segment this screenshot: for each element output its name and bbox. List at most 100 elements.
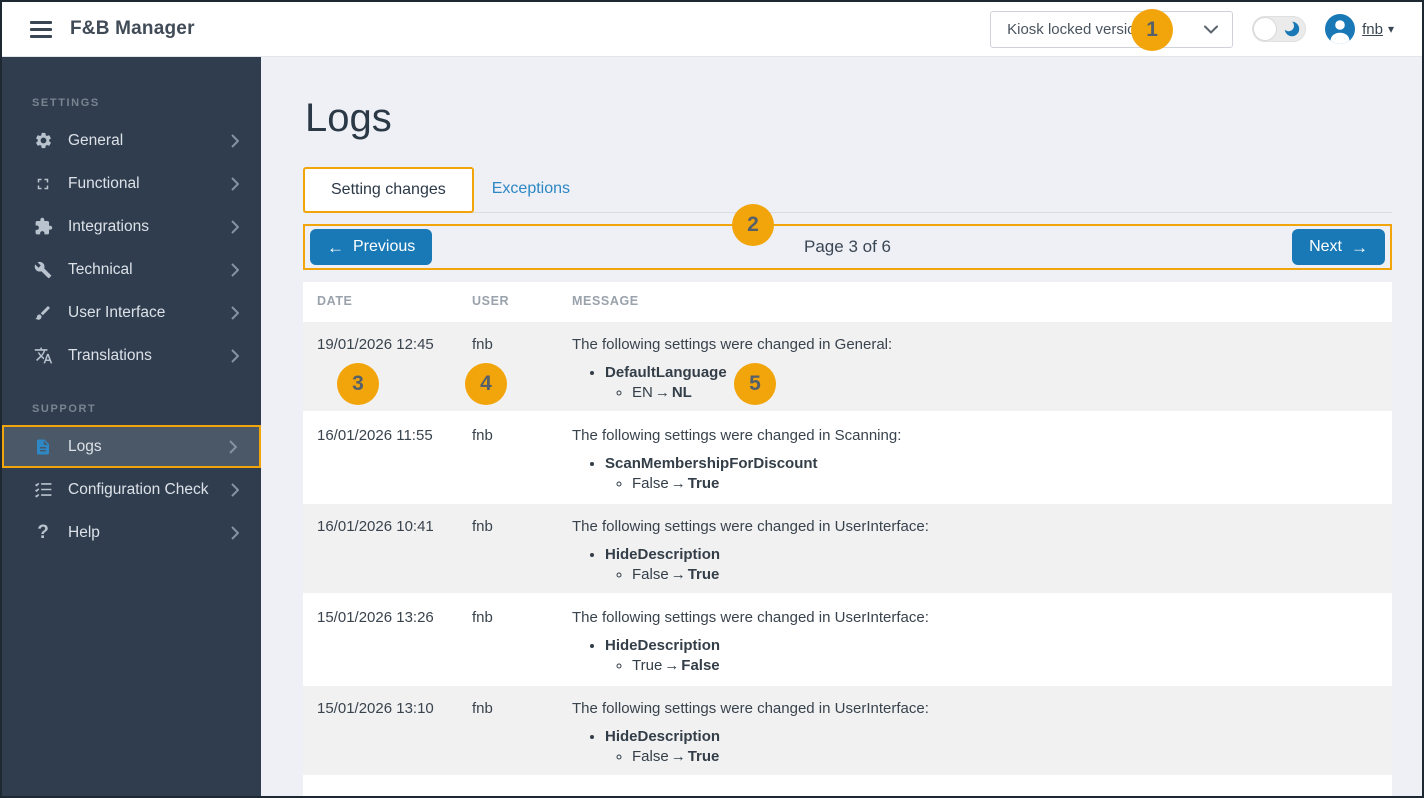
table-row: 19/01/2026 12:45 fnb The following setti…	[303, 322, 1392, 413]
sidebar-item-translations[interactable]: Translations	[2, 334, 261, 377]
column-user: User	[472, 294, 510, 308]
old-value: False	[632, 475, 669, 492]
topbar: F&B Manager Kiosk locked version 1 fnb ▾	[2, 2, 1422, 57]
new-value: True	[687, 566, 720, 583]
sidebar-item-label: Logs	[68, 437, 102, 455]
annotation-badge-3: 3	[337, 363, 379, 405]
wrench-icon	[32, 261, 54, 279]
user-avatar-icon[interactable]	[1325, 14, 1356, 44]
log-message: The following settings were changed in S…	[572, 427, 1392, 492]
arrow-right-icon: →	[670, 475, 686, 492]
chevron-right-icon	[231, 262, 239, 277]
sidebar-item-label: User Interface	[68, 303, 166, 321]
old-value: EN	[632, 384, 653, 401]
next-button-label: Next	[1309, 238, 1342, 255]
chevron-right-icon	[231, 525, 239, 540]
table-row: 16/01/2026 10:41 fnb The following setti…	[303, 504, 1392, 595]
table-row-partial	[303, 777, 1392, 796]
menu-icon[interactable]	[30, 20, 52, 38]
question-icon: ?	[37, 521, 49, 543]
arrow-right-icon: →	[664, 657, 680, 674]
arrow-right-icon: →	[1351, 237, 1368, 257]
next-button[interactable]: Next →	[1292, 229, 1385, 265]
log-message-intro: The following settings were changed in U…	[572, 700, 929, 717]
column-message: Message	[572, 294, 639, 308]
log-message: The following settings were changed in G…	[572, 336, 1392, 401]
user-menu[interactable]: fnb	[1362, 21, 1383, 38]
log-user: fnb	[472, 700, 493, 717]
log-message: The following settings were changed in U…	[572, 609, 1392, 674]
tab-bar: Setting changes Exceptions	[303, 167, 1392, 213]
log-message-intro: The following settings were changed in U…	[572, 609, 929, 626]
sidebar: Settings General Functional Integrations	[2, 57, 261, 796]
annotation-badge-4: 4	[465, 363, 507, 405]
log-table: Date User Message 19/01/2026 12:45 fnb T…	[303, 282, 1392, 796]
sidebar-item-technical[interactable]: Technical	[2, 248, 261, 291]
page-status: Page 3 of 6	[804, 237, 891, 256]
chevron-right-icon	[231, 482, 239, 497]
document-icon	[32, 438, 54, 456]
log-message: The following settings were changed in U…	[572, 518, 1392, 583]
app-window: F&B Manager Kiosk locked version 1 fnb ▾…	[0, 0, 1424, 798]
sidebar-item-integrations[interactable]: Integrations	[2, 205, 261, 248]
setting-name: HideDescription	[605, 546, 721, 563]
sidebar-section-settings: Settings	[32, 97, 100, 109]
log-user: fnb	[472, 427, 493, 444]
pagination-bar: ← Previous Page 3 of 6 Next → 2	[303, 204, 1392, 270]
old-value: True	[632, 657, 663, 674]
old-value: False	[632, 748, 669, 765]
setting-name: HideDescription	[605, 637, 721, 654]
tab-exceptions[interactable]: Exceptions	[474, 168, 596, 212]
chevron-right-icon	[231, 176, 239, 191]
annotation-badge-2: 2	[732, 204, 774, 246]
translate-icon	[32, 346, 54, 365]
sidebar-item-functional[interactable]: Functional	[2, 162, 261, 205]
chevron-right-icon	[231, 305, 239, 320]
dark-mode-toggle[interactable]	[1252, 16, 1307, 42]
arrow-right-icon: →	[670, 748, 686, 765]
chevron-right-icon	[231, 133, 239, 148]
sidebar-item-label: Translations	[68, 346, 152, 364]
sidebar-item-label: Integrations	[68, 217, 149, 235]
sidebar-item-configuration-check[interactable]: Configuration Check	[2, 468, 261, 511]
setting-name: DefaultLanguage	[605, 364, 727, 381]
new-value: True	[687, 748, 720, 765]
brush-icon	[32, 304, 54, 322]
version-select-value: Kiosk locked version	[1007, 20, 1144, 38]
page-title: Logs	[305, 96, 392, 140]
table-row: 16/01/2026 11:55 fnb The following setti…	[303, 413, 1392, 504]
column-date: Date	[317, 294, 353, 308]
setting-name: ScanMembershipForDiscount	[605, 455, 818, 472]
log-date: 15/01/2026 13:26	[317, 609, 434, 626]
expand-icon	[32, 175, 54, 193]
arrow-right-icon: →	[654, 384, 670, 401]
chevron-down-icon	[1204, 25, 1219, 34]
sidebar-item-label: Configuration Check	[68, 480, 209, 498]
new-value: False	[681, 657, 720, 674]
previous-button[interactable]: ← Previous	[310, 229, 433, 265]
sidebar-item-label: General	[68, 131, 124, 149]
version-select[interactable]: Kiosk locked version 1	[990, 8, 1234, 51]
arrow-left-icon: ←	[327, 237, 344, 257]
caret-down-icon: ▾	[1387, 22, 1394, 36]
arrow-right-icon: →	[670, 566, 686, 583]
log-user: fnb	[472, 518, 493, 535]
puzzle-icon	[32, 217, 54, 236]
sidebar-item-logs[interactable]: Logs	[2, 425, 261, 468]
annotation-badge-5: 5	[734, 363, 776, 405]
log-message-intro: The following settings were changed in S…	[572, 427, 902, 444]
old-value: False	[632, 566, 669, 583]
previous-button-label: Previous	[353, 238, 416, 255]
tab-setting-changes[interactable]: Setting changes	[303, 167, 474, 213]
log-message-intro: The following settings were changed in U…	[572, 518, 929, 535]
annotation-badge-1: 1	[1131, 8, 1174, 51]
new-value: True	[687, 475, 720, 492]
sidebar-section-support: Support	[32, 403, 97, 415]
sidebar-item-user-interface[interactable]: User Interface	[2, 291, 261, 334]
chevron-right-icon	[229, 439, 237, 454]
sidebar-item-label: Functional	[68, 174, 140, 192]
sidebar-item-general[interactable]: General	[2, 119, 261, 162]
sidebar-item-help[interactable]: ? Help	[2, 511, 261, 554]
sidebar-item-label: Help	[68, 523, 100, 541]
gear-icon	[32, 131, 54, 150]
